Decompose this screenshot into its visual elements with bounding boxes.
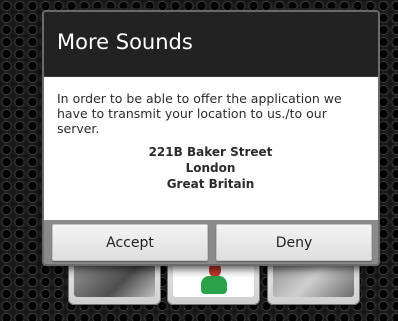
character-image bbox=[209, 263, 221, 277]
dialog-title: More Sounds bbox=[44, 12, 378, 77]
dialog-button-bar: Accept Deny bbox=[44, 220, 378, 264]
dialog-body: In order to be able to offer the applica… bbox=[44, 77, 378, 220]
character-image bbox=[201, 276, 227, 294]
dialog-message: In order to be able to offer the applica… bbox=[57, 91, 342, 136]
deny-button[interactable]: Deny bbox=[216, 224, 372, 261]
address-block: 221B Baker Street London Great Britain bbox=[57, 144, 364, 192]
address-city: London bbox=[185, 161, 236, 175]
address-street: 221B Baker Street bbox=[148, 145, 273, 159]
accept-button[interactable]: Accept bbox=[52, 224, 208, 261]
address-country: Great Britain bbox=[166, 177, 255, 191]
location-permission-dialog: More Sounds In order to be able to offer… bbox=[44, 12, 378, 264]
